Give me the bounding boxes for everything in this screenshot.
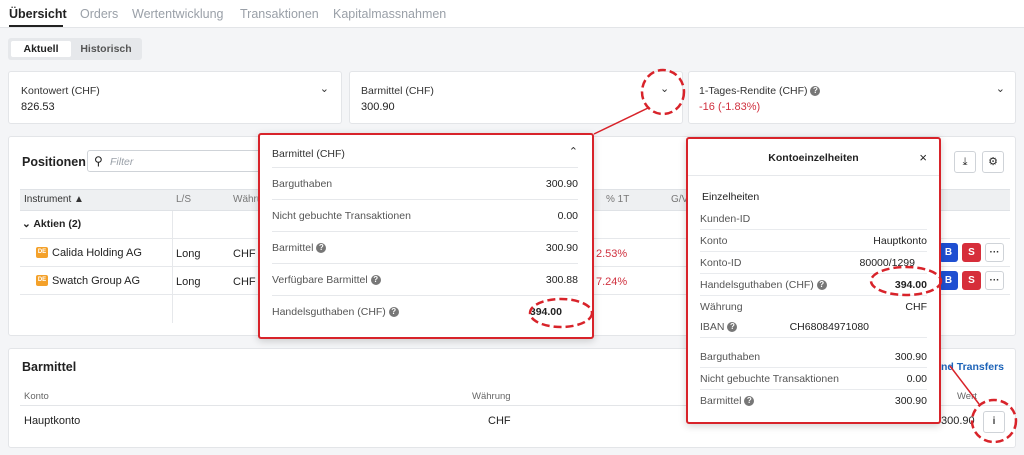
highlight-circle-info-button [970,398,1018,444]
connector-line [949,365,980,405]
highlight-circle-chevron [640,68,686,116]
highlight-circle-popup-value [528,297,594,329]
highlight-circle-details-value [869,265,943,297]
annotation-overlay [528,68,1018,444]
connector-line [593,107,649,135]
